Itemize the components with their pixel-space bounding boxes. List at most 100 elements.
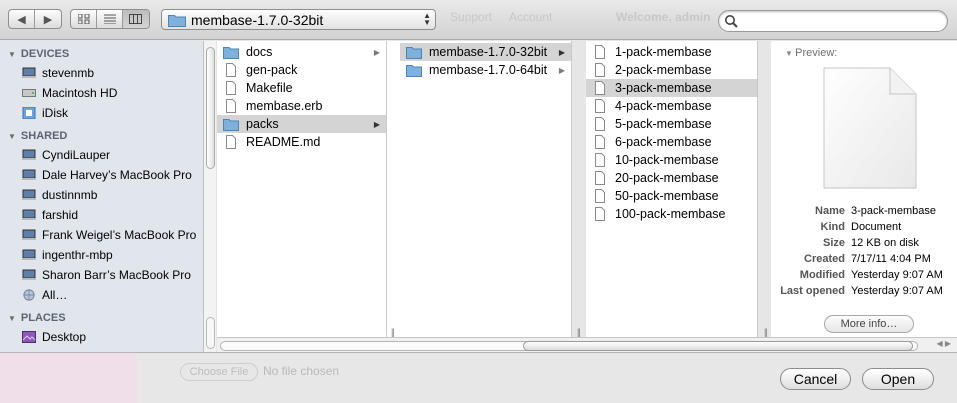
list-item[interactable]: 100-pack-membase [586, 205, 757, 223]
info-key: Name [815, 205, 845, 217]
info-row-kind: Kind Document [771, 221, 957, 233]
list-item[interactable]: Makefile [217, 79, 386, 97]
chevron-right-icon: ▶ [373, 47, 380, 57]
search-input[interactable] [741, 14, 941, 28]
view-mode-control [70, 9, 150, 29]
document-icon [226, 135, 236, 149]
folder-icon [406, 47, 422, 59]
list-item-selected[interactable]: packs ▶ [217, 115, 386, 133]
chevron-right-icon: ▶ [373, 119, 380, 129]
forward-button[interactable]: ▶ [35, 10, 61, 28]
item-label: 20-pack-membase [615, 171, 719, 185]
toolbar: ◀ ▶ membase-1.7.0-32bit ▲ ▼ Support Accou… [0, 0, 957, 40]
browser-column-2: membase-1.7.0-32bit ▶ membase-1.7.0-64bi… [400, 41, 572, 337]
sidebar-item-macintosh-hd[interactable]: Macintosh HD [0, 83, 203, 103]
item-label: docs [246, 45, 273, 59]
computer-icon [22, 149, 36, 160]
sidebar-scrollbar[interactable] [203, 41, 216, 352]
list-item[interactable]: 5-pack-membase [586, 115, 757, 133]
info-key: Modified [799, 269, 845, 281]
sidebar-item-frank-weigel[interactable]: Frank Weigel’s MacBook Pro [0, 225, 203, 245]
list-item[interactable]: 10-pack-membase [586, 151, 757, 169]
list-item-selected[interactable]: 3-pack-membase [586, 79, 757, 97]
sidebar: ▼ DEVICES stevenmb Macintosh HD iDisk ▼ … [0, 41, 203, 352]
list-item[interactable]: 2-pack-membase [586, 61, 757, 79]
info-key: Kind [820, 221, 845, 233]
disclosure-triangle-icon: ▼ [785, 49, 796, 58]
disclosure-triangle-icon: ▼ [8, 49, 16, 59]
sidebar-item-cyndilauper[interactable]: CyndiLauper [0, 145, 203, 165]
more-info-button[interactable]: More info… [824, 315, 914, 333]
list-item[interactable]: 6-pack-membase [586, 133, 757, 151]
info-row-last-opened: Last opened Yesterday 9:07 AM [771, 285, 957, 297]
info-row-name: Name 3-pack-membase [771, 205, 957, 217]
list-item-selected[interactable]: membase-1.7.0-32bit ▶ [400, 43, 571, 61]
sidebar-item-stevenmb[interactable]: stevenmb [0, 63, 203, 83]
list-view-button[interactable] [97, 10, 123, 28]
document-icon [595, 189, 605, 203]
item-label: 50-pack-membase [615, 189, 719, 203]
list-item[interactable]: README.md [217, 133, 386, 151]
list-item[interactable]: 4-pack-membase [586, 97, 757, 115]
info-key: Last opened [780, 285, 845, 297]
network-icon [23, 289, 35, 301]
bg-welcome-text: Welcome, admin [616, 10, 711, 24]
list-item[interactable]: gen-pack [217, 61, 386, 79]
item-label: 4-pack-membase [615, 99, 712, 113]
sidebar-item-label: CyndiLauper [42, 148, 111, 162]
sidebar-section-places[interactable]: ▼ PLACES [0, 309, 203, 327]
open-button[interactable]: Open [862, 368, 934, 390]
item-label: 2-pack-membase [615, 63, 712, 77]
sidebar-section-shared[interactable]: ▼ SHARED [0, 127, 203, 145]
sidebar-item-sharon-barr[interactable]: Sharon Barr’s MacBook Pro [0, 265, 203, 285]
item-label: 10-pack-membase [615, 153, 719, 167]
search-field[interactable] [718, 10, 948, 32]
sidebar-item-farshid[interactable]: farshid [0, 205, 203, 225]
sidebar-scroll-thumb[interactable] [206, 47, 215, 169]
info-value: 12 KB on disk [851, 237, 919, 249]
item-label: packs [246, 117, 279, 131]
info-value: 3-pack-membase [851, 205, 936, 217]
info-value: Yesterday 9:07 AM [851, 269, 943, 281]
icon-view-button[interactable] [71, 10, 97, 28]
document-icon [595, 45, 605, 59]
document-icon [595, 153, 605, 167]
cancel-button[interactable]: Cancel [780, 368, 851, 390]
computer-icon [22, 169, 36, 180]
list-item[interactable]: 1-pack-membase [586, 43, 757, 61]
scroll-thumb[interactable] [523, 341, 913, 351]
sidebar-item-label: All… [42, 288, 68, 302]
sidebar-item-ingenthr-mbp[interactable]: ingenthr-mbp [0, 245, 203, 265]
list-item[interactable]: membase.erb [217, 97, 386, 115]
sidebar-item-label: ingenthr-mbp [42, 248, 113, 262]
item-label: README.md [246, 135, 321, 149]
sidebar-item-desktop[interactable]: Desktop [0, 327, 203, 347]
info-row-size: Size 12 KB on disk [771, 237, 957, 249]
sidebar-item-dale-harvey[interactable]: Dale Harvey’s MacBook Pro [0, 165, 203, 185]
horizontal-scrollbar[interactable]: ◀ ▶ [217, 337, 957, 352]
list-item[interactable]: membase-1.7.0-64bit ▶ [400, 61, 571, 79]
info-value: 7/17/11 4:04 PM [851, 253, 931, 265]
desktop-icon [22, 331, 36, 343]
computer-icon [22, 269, 36, 280]
back-button[interactable]: ◀ [9, 10, 36, 28]
document-icon [595, 81, 605, 95]
sidebar-section-devices[interactable]: ▼ DEVICES [0, 45, 203, 63]
preview-pane: ▼ Preview: Name 3-pack-membase Kind Docume… [771, 41, 957, 337]
computer-icon [22, 249, 36, 260]
list-item[interactable]: 50-pack-membase [586, 187, 757, 205]
sidebar-item-label: Sharon Barr’s MacBook Pro [42, 268, 191, 282]
list-item[interactable]: docs ▶ [217, 43, 386, 61]
bg-account-link: Account [509, 10, 553, 24]
path-popup-label: membase-1.7.0-32bit [191, 11, 324, 28]
column-view-button[interactable] [123, 10, 149, 28]
bg-support-link: Support [450, 10, 493, 24]
sidebar-item-dustinnmb[interactable]: dustinnmb [0, 185, 203, 205]
scroll-arrows-icon[interactable]: ◀ ▶ [936, 339, 951, 348]
path-popup[interactable]: membase-1.7.0-32bit ▲ ▼ [161, 9, 436, 30]
updown-arrows-icon: ▲ ▼ [423, 11, 431, 27]
sidebar-item-idisk[interactable]: iDisk [0, 103, 203, 123]
list-item[interactable]: 20-pack-membase [586, 169, 757, 187]
sidebar-item-all[interactable]: All… [0, 285, 203, 305]
item-label: 100-pack-membase [615, 207, 726, 221]
